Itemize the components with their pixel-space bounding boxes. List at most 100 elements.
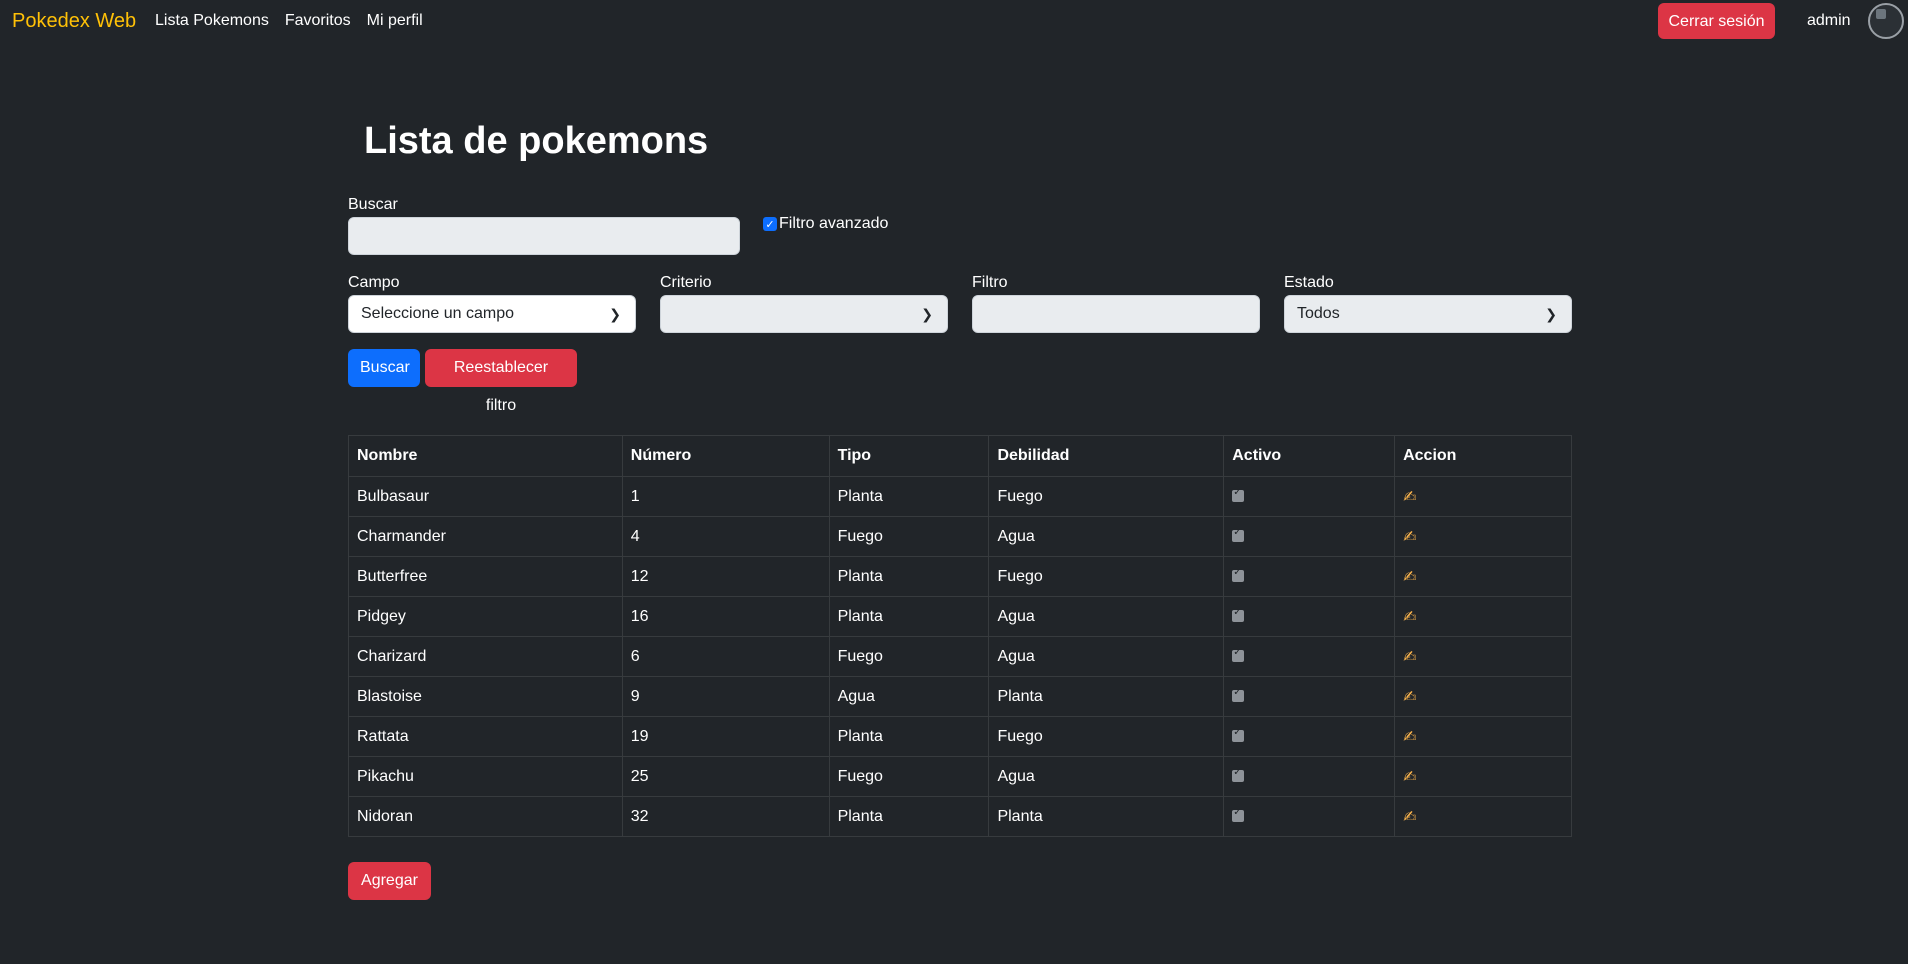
cell-nombre: Butterfree xyxy=(348,556,623,597)
cell-activo xyxy=(1223,676,1396,717)
brand-logo[interactable]: Pokedex Web xyxy=(12,10,136,33)
cell-activo xyxy=(1223,556,1396,597)
cell-numero: 9 xyxy=(621,676,830,717)
table-row: Butterfree12PlantaFuego ✍ xyxy=(348,556,1572,597)
edit-icon[interactable]: ✍ xyxy=(1403,609,1416,626)
campo-select[interactable]: Seleccione un campo ❯ xyxy=(348,295,636,333)
edit-icon[interactable]: ✍ xyxy=(1403,489,1416,506)
activo-checkbox[interactable] xyxy=(1232,727,1245,743)
cell-activo xyxy=(1223,476,1396,517)
cell-debilidad: Planta xyxy=(988,796,1225,837)
cell-accion: ✍ xyxy=(1394,516,1572,557)
cell-tipo: Planta xyxy=(828,716,990,757)
cell-activo xyxy=(1223,756,1396,797)
search-label: Buscar xyxy=(348,196,398,213)
edit-icon[interactable]: ✍ xyxy=(1403,729,1416,746)
table-row: Pidgey16PlantaAgua ✍ xyxy=(348,596,1572,637)
cell-numero: 6 xyxy=(621,636,830,677)
cell-tipo: Fuego xyxy=(828,636,990,677)
campo-label: Campo xyxy=(348,274,400,291)
filtro-label: Filtro xyxy=(972,274,1008,291)
advanced-filter-checkbox[interactable]: ✓ xyxy=(763,217,777,231)
search-input[interactable] xyxy=(348,217,740,255)
chevron-down-icon: ❯ xyxy=(921,306,933,322)
table-row: Charmander4FuegoAgua ✍ xyxy=(348,516,1572,557)
criterio-select[interactable]: ❯ xyxy=(660,295,948,333)
chevron-down-icon: ❯ xyxy=(609,306,621,322)
nav-link-favoritos[interactable]: Favoritos xyxy=(285,12,351,30)
campo-select-value: Seleccione un campo xyxy=(361,305,514,322)
cell-activo xyxy=(1223,596,1396,637)
logout-button[interactable]: Cerrar sesión xyxy=(1658,3,1775,39)
cell-numero: 16 xyxy=(621,596,830,637)
search-button[interactable]: Buscar xyxy=(348,349,420,387)
advanced-filter-label: Filtro avanzado xyxy=(779,215,889,232)
activo-checkbox[interactable] xyxy=(1232,687,1245,703)
header-tipo[interactable]: Tipo xyxy=(828,435,990,477)
cell-debilidad: Agua xyxy=(988,756,1225,797)
cell-nombre: Pidgey xyxy=(348,596,623,637)
cell-tipo: Agua xyxy=(828,676,990,717)
cell-tipo: Fuego xyxy=(828,756,990,797)
add-button[interactable]: Agregar xyxy=(348,862,431,900)
activo-checkbox[interactable] xyxy=(1232,767,1245,783)
cell-tipo: Planta xyxy=(828,556,990,597)
cell-accion: ✍ xyxy=(1394,796,1572,837)
activo-checkbox[interactable] xyxy=(1232,567,1245,583)
header-numero[interactable]: Número xyxy=(621,435,830,477)
activo-checkbox[interactable] xyxy=(1232,527,1245,543)
cell-nombre: Charmander xyxy=(348,516,623,557)
cell-activo xyxy=(1223,796,1396,837)
activo-checkbox[interactable] xyxy=(1232,607,1245,623)
edit-icon[interactable]: ✍ xyxy=(1403,529,1416,546)
cell-tipo: Fuego xyxy=(828,516,990,557)
pokemon-table: Nombre Número Tipo Debilidad Activo Acci… xyxy=(348,435,1572,837)
table-row: Bulbasaur1PlantaFuego ✍ xyxy=(348,476,1572,517)
header-nombre[interactable]: Nombre xyxy=(348,435,623,477)
cell-activo xyxy=(1223,636,1396,677)
table-row: Rattata19PlantaFuego ✍ xyxy=(348,716,1572,757)
cell-numero: 32 xyxy=(621,796,830,837)
header-accion[interactable]: Accion xyxy=(1394,435,1572,477)
cell-nombre: Nidoran xyxy=(348,796,623,837)
estado-select-value: Todos xyxy=(1297,305,1340,322)
edit-icon[interactable]: ✍ xyxy=(1403,689,1416,706)
cell-numero: 4 xyxy=(621,516,830,557)
cell-numero: 12 xyxy=(621,556,830,597)
cell-numero: 1 xyxy=(621,476,830,517)
cell-accion: ✍ xyxy=(1394,636,1572,677)
criterio-label: Criterio xyxy=(660,274,712,291)
edit-icon[interactable]: ✍ xyxy=(1403,569,1416,586)
cell-numero: 25 xyxy=(621,756,830,797)
edit-icon[interactable]: ✍ xyxy=(1403,649,1416,666)
filtro-input[interactable] xyxy=(972,295,1260,333)
cell-debilidad: Agua xyxy=(988,636,1225,677)
activo-checkbox[interactable] xyxy=(1232,487,1245,503)
estado-select[interactable]: Todos ❯ xyxy=(1284,295,1572,333)
cell-accion: ✍ xyxy=(1394,556,1572,597)
reset-filter-button[interactable]: Reestablecer filtro xyxy=(425,349,577,414)
cell-nombre: Blastoise xyxy=(348,676,623,717)
username: admin xyxy=(1807,12,1851,29)
nav-link-lista-pokemons[interactable]: Lista Pokemons xyxy=(155,12,269,30)
cell-activo xyxy=(1223,716,1396,757)
table-row: Charizard6FuegoAgua ✍ xyxy=(348,636,1572,677)
table-row: Blastoise9AguaPlanta ✍ xyxy=(348,676,1572,717)
activo-checkbox[interactable] xyxy=(1232,807,1245,823)
cell-accion: ✍ xyxy=(1394,676,1572,717)
nav-link-mi-perfil[interactable]: Mi perfil xyxy=(367,12,423,30)
avatar-image[interactable] xyxy=(1868,3,1904,39)
advanced-filter-toggle[interactable]: ✓ Filtro avanzado xyxy=(763,215,888,233)
header-debilidad[interactable]: Debilidad xyxy=(988,435,1225,477)
cell-debilidad: Planta xyxy=(988,676,1225,717)
activo-checkbox[interactable] xyxy=(1232,647,1245,663)
cell-activo xyxy=(1223,516,1396,557)
header-activo[interactable]: Activo xyxy=(1223,435,1396,477)
cell-nombre: Pikachu xyxy=(348,756,623,797)
page-title: Lista de pokemons xyxy=(364,120,709,162)
cell-debilidad: Fuego xyxy=(988,476,1225,517)
edit-icon[interactable]: ✍ xyxy=(1403,769,1416,786)
edit-icon[interactable]: ✍ xyxy=(1403,809,1416,826)
cell-accion: ✍ xyxy=(1394,476,1572,517)
cell-debilidad: Agua xyxy=(988,516,1225,557)
